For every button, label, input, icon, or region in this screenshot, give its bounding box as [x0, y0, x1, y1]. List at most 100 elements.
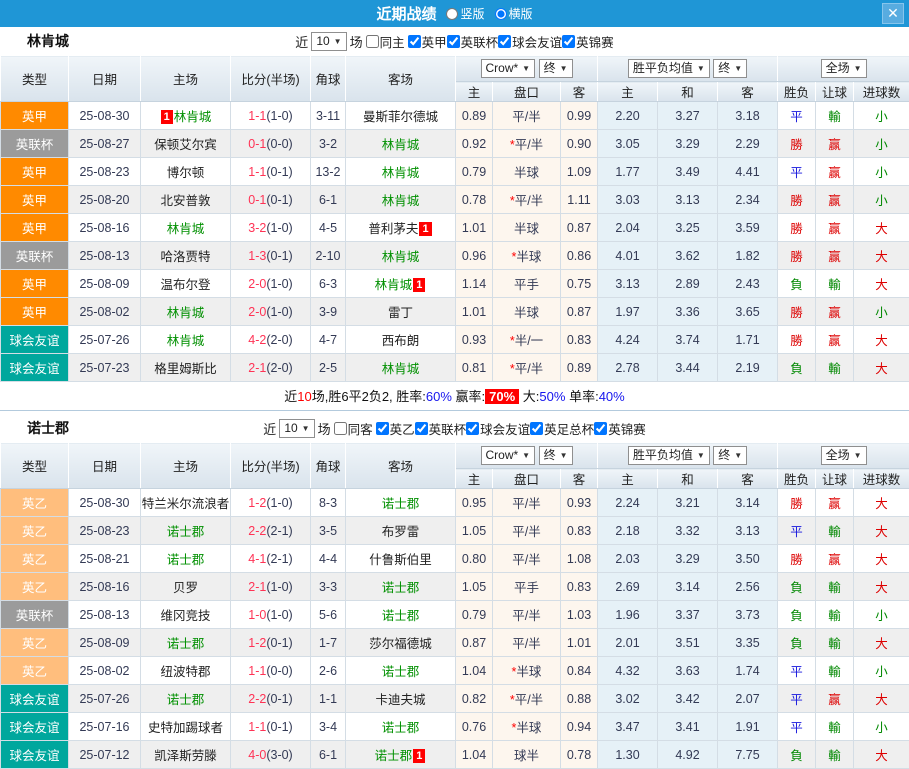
col-home: 主场 — [141, 443, 231, 489]
home-team-cell: 保顿艾尔宾 — [141, 130, 231, 158]
mean-draw-cell: 3.44 — [658, 354, 718, 382]
result-wdl-cell: 負 — [778, 270, 816, 298]
league-checkbox[interactable] — [530, 422, 543, 435]
league-filter[interactable]: 球会友谊 — [466, 419, 530, 438]
result-goals-cell: 小 — [854, 158, 909, 186]
home-team-cell: 博尔顿 — [141, 158, 231, 186]
same-venue-filter[interactable]: 同客 — [334, 419, 373, 438]
team-name: 什鲁斯伯里 — [369, 553, 432, 567]
league-checkbox[interactable] — [466, 422, 479, 435]
horizontal-radio[interactable] — [495, 8, 507, 20]
odds-company-select[interactable]: Crow*▼ — [481, 59, 536, 78]
league-filter[interactable]: 英联杯 — [415, 419, 467, 438]
same-venue-filter[interactable]: 同主 — [366, 32, 405, 51]
result-handicap-cell: 輸 — [816, 629, 854, 657]
league-filter[interactable]: 英甲 — [408, 32, 447, 51]
scope-select[interactable]: 全场▼ — [821, 446, 867, 465]
mean-draw-cell: 3.29 — [658, 545, 718, 573]
subcol-mean-away: 客 — [718, 82, 778, 102]
layout-radio-horizontal[interactable]: 横版 — [489, 5, 533, 22]
date-cell: 25-08-16 — [69, 573, 141, 601]
result-wdl-cell: 負 — [778, 629, 816, 657]
subcol-let: 让球 — [816, 469, 854, 489]
same-venue-checkbox[interactable] — [366, 35, 379, 48]
subcol-handicap: 盘口 — [493, 82, 561, 102]
league-checkbox[interactable] — [447, 35, 460, 48]
home-odds-cell: 1.14 — [456, 270, 493, 298]
corner-cell: 3-2 — [311, 130, 346, 158]
team-name: 特兰米尔流浪者 — [142, 497, 230, 511]
home-team-cell: 哈洛贾特 — [141, 242, 231, 270]
mean-away-cell: 2.07 — [718, 685, 778, 713]
result-handicap-cell: 輸 — [816, 657, 854, 685]
home-odds-cell: 0.78 — [456, 186, 493, 214]
subcol-mean-home: 主 — [598, 82, 658, 102]
vertical-radio[interactable] — [446, 8, 458, 20]
date-cell: 25-08-02 — [69, 298, 141, 326]
away-team-cell: 诺士郡 — [346, 713, 456, 741]
corner-cell: 6-1 — [311, 186, 346, 214]
subcol-goals: 进球数 — [854, 469, 909, 489]
league-checkbox[interactable] — [408, 35, 421, 48]
home-team-cell: 北安普敦 — [141, 186, 231, 214]
league-filter[interactable]: 球会友谊 — [498, 32, 562, 51]
match-count-select[interactable]: 10▼ — [279, 419, 314, 438]
league-checkbox[interactable] — [376, 422, 389, 435]
date-cell: 25-08-16 — [69, 214, 141, 242]
match-count-select[interactable]: 10▼ — [311, 32, 346, 51]
team-name: 博尔顿 — [167, 166, 205, 180]
handicap-cell: *平/半 — [493, 186, 561, 214]
mean-away-cell: 2.29 — [718, 130, 778, 158]
col-date: 日期 — [69, 443, 141, 489]
result-group-header: 全场▼ — [778, 56, 909, 82]
score-cell: 1-1(0-0) — [231, 657, 311, 685]
home-odds-cell: 1.04 — [456, 657, 493, 685]
mean-select[interactable]: 胜平负均值▼ — [628, 59, 710, 78]
team-name: 林肯城 — [167, 222, 205, 236]
away-odds-cell: 0.87 — [561, 214, 598, 242]
mean-home-cell: 2.20 — [598, 102, 658, 130]
home-odds-cell: 0.95 — [456, 489, 493, 517]
odds-company-select[interactable]: Crow*▼ — [481, 446, 536, 465]
odds-final-select[interactable]: 终▼ — [539, 446, 573, 465]
mean-final-select[interactable]: 终▼ — [713, 446, 747, 465]
odds-final-select[interactable]: 终▼ — [539, 59, 573, 78]
type-cell: 英乙 — [1, 545, 69, 573]
mean-final-select[interactable]: 终▼ — [713, 59, 747, 78]
scope-select[interactable]: 全场▼ — [821, 59, 867, 78]
league-filter[interactable]: 英足总杯 — [530, 419, 594, 438]
titlebar: 近期战绩 竖版 横版 ✕ — [0, 0, 909, 27]
away-odds-cell: 0.90 — [561, 130, 598, 158]
away-odds-cell: 0.83 — [561, 326, 598, 354]
same-venue-checkbox[interactable] — [334, 422, 347, 435]
team-name: 林肯城 — [382, 138, 420, 152]
layout-radio-vertical[interactable]: 竖版 — [440, 5, 484, 22]
mean-home-cell: 3.13 — [598, 270, 658, 298]
mean-home-cell: 4.01 — [598, 242, 658, 270]
league-checkbox[interactable] — [498, 35, 511, 48]
games-label: 场 — [350, 32, 363, 51]
result-wdl-cell: 勝 — [778, 130, 816, 158]
date-cell: 25-08-13 — [69, 242, 141, 270]
away-odds-cell: 0.78 — [561, 741, 598, 769]
league-checkbox[interactable] — [415, 422, 428, 435]
away-team-cell: 林肯城 — [346, 158, 456, 186]
match-row: 英乙25-08-02纽波特郡1-1(0-0)2-6诺士郡1.04*半球0.844… — [1, 657, 909, 685]
mean-select[interactable]: 胜平负均值▼ — [628, 446, 710, 465]
team-name: 史特加踢球者 — [148, 721, 223, 735]
team-name: 雷丁 — [388, 306, 413, 320]
result-wdl-cell: 負 — [778, 601, 816, 629]
team-name: 布罗雷 — [382, 525, 420, 539]
subcol-wdl: 胜负 — [778, 82, 816, 102]
home-team-cell: 维冈竞技 — [141, 601, 231, 629]
close-button[interactable]: ✕ — [882, 3, 904, 24]
team-title: 诺士郡 — [27, 418, 69, 438]
league-filter[interactable]: 英联杯 — [447, 32, 499, 51]
league-checkbox[interactable] — [562, 35, 575, 48]
match-row: 英甲25-08-20北安普敦0-1(0-1)6-1林肯城0.78*平/半1.11… — [1, 186, 909, 214]
league-filter[interactable]: 英锦赛 — [562, 32, 614, 51]
result-goals-cell: 大 — [854, 242, 909, 270]
league-checkbox[interactable] — [594, 422, 607, 435]
league-filter[interactable]: 英锦赛 — [594, 419, 646, 438]
league-filter[interactable]: 英乙 — [376, 419, 415, 438]
